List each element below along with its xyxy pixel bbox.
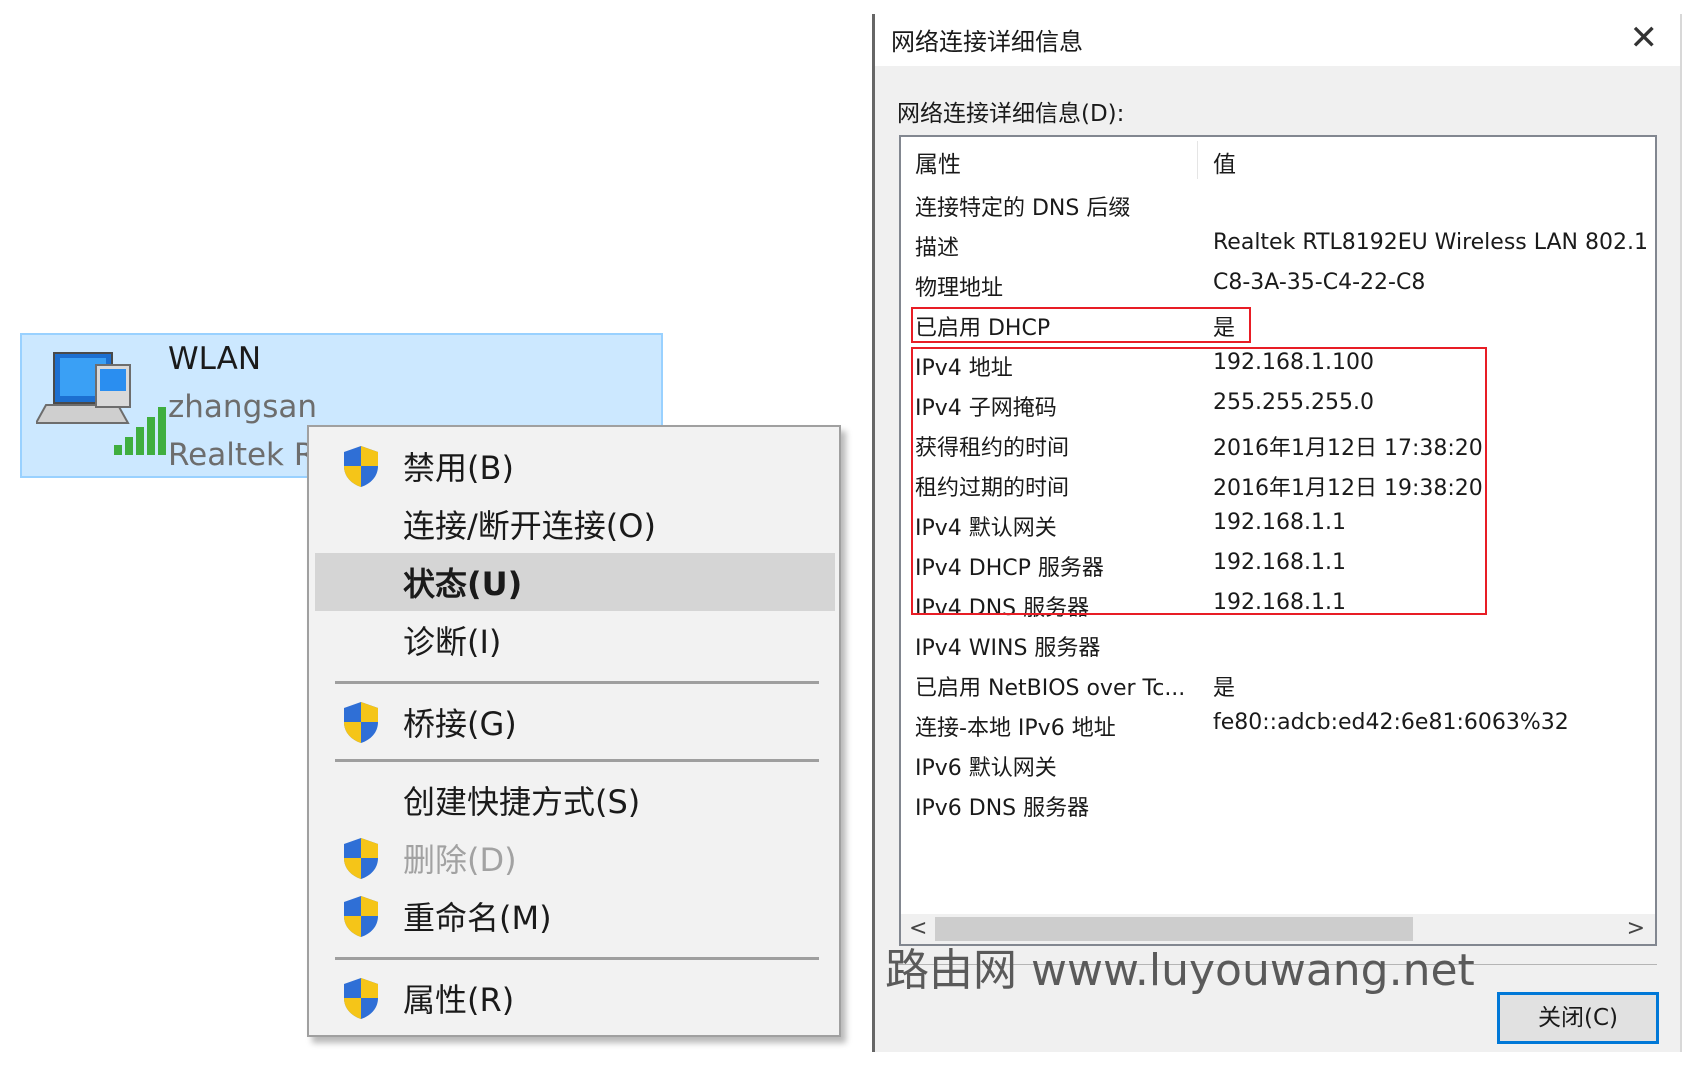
column-header-property[interactable]: 属性 [915, 145, 961, 179]
row-property: 租约过期的时间 [915, 476, 1070, 501]
row-value: 192.168.1.1 [1213, 590, 1346, 615]
details-list[interactable]: 属性 值 连接特定的 DNS 后缀 描述 Realtek RTL8192EU W… [899, 135, 1657, 946]
row-property: IPv4 子网掩码 [915, 396, 1057, 421]
menu-item-label: 状态(U) [403, 565, 523, 603]
menu-separator [335, 957, 819, 960]
row-property: 已启用 NetBIOS over Tc... [915, 676, 1186, 701]
uac-shield-icon [344, 702, 378, 743]
menu-item-properties[interactable]: 属性(R) [315, 969, 835, 1027]
row-value: 192.168.1.1 [1213, 510, 1346, 535]
details-list-label: 网络连接详细信息(D): [897, 101, 1125, 127]
menu-item-connect-disconnect[interactable]: 连接/断开连接(O) [315, 495, 835, 553]
menu-item-label: 重命名(M) [403, 899, 552, 937]
menu-separator [335, 759, 819, 762]
menu-item-diagnose[interactable]: 诊断(I) [315, 611, 835, 669]
table-row[interactable]: IPv4 子网掩码 255.255.255.0 [901, 386, 1655, 426]
column-header-divider[interactable] [1197, 141, 1198, 179]
table-row[interactable]: IPv4 地址 192.168.1.100 [901, 346, 1655, 386]
row-value: 2016年1月12日 19:38:20 [1213, 476, 1483, 501]
row-property: IPv6 默认网关 [915, 756, 1057, 781]
table-row[interactable]: 已启用 DHCP 是 [901, 306, 1655, 346]
close-icon[interactable]: ✕ [1630, 18, 1659, 58]
table-row[interactable]: IPv4 默认网关 192.168.1.1 [901, 506, 1655, 546]
watermark-text: 路由网 www.luyouwang.net [885, 945, 1475, 996]
menu-item-status[interactable]: 状态(U) [315, 553, 835, 611]
row-value: 2016年1月12日 17:38:20 [1213, 436, 1483, 461]
table-row[interactable]: 物理地址 C8-3A-35-C4-22-C8 [901, 266, 1655, 306]
context-menu: 禁用(B) 连接/断开连接(O) 状态(U) 诊断(I) 桥接(G) 创建快捷方… [307, 425, 841, 1037]
menu-item-create-shortcut[interactable]: 创建快捷方式(S) [315, 771, 835, 829]
menu-item-label: 创建快捷方式(S) [403, 783, 641, 821]
menu-item-bridge[interactable]: 桥接(G) [315, 693, 835, 751]
table-row[interactable]: 连接特定的 DNS 后缀 [901, 186, 1655, 226]
menu-item-label: 属性(R) [403, 981, 515, 1019]
row-property: IPv4 地址 [915, 356, 1013, 381]
menu-separator [335, 681, 819, 684]
row-property: 已启用 DHCP [915, 316, 1051, 341]
menu-item-disable[interactable]: 禁用(B) [315, 437, 835, 495]
row-property: 连接-本地 IPv6 地址 [915, 716, 1116, 741]
row-property: IPv4 DNS 服务器 [915, 596, 1090, 621]
menu-item-delete[interactable]: 删除(D) [315, 829, 835, 887]
row-property: 连接特定的 DNS 后缀 [915, 196, 1131, 221]
row-value: Realtek RTL8192EU Wireless LAN 802.1 [1213, 230, 1648, 255]
row-property: IPv4 默认网关 [915, 516, 1057, 541]
uac-shield-icon [344, 978, 378, 1019]
row-property: 物理地址 [915, 276, 1004, 301]
row-property: 描述 [915, 236, 960, 261]
dialog-titlebar[interactable]: 网络连接详细信息 ✕ [875, 14, 1680, 66]
close-button[interactable]: 关闭(C) [1497, 992, 1659, 1044]
row-property: IPv4 WINS 服务器 [915, 636, 1101, 661]
row-value: fe80::adcb:ed42:6e81:6063%32 [1213, 710, 1569, 735]
row-property: 获得租约的时间 [915, 436, 1070, 461]
uac-shield-icon [344, 446, 378, 487]
menu-item-label: 连接/断开连接(O) [403, 507, 656, 545]
table-row[interactable]: 连接-本地 IPv6 地址 fe80::adcb:ed42:6e81:6063%… [901, 706, 1655, 746]
table-row[interactable]: 已启用 NetBIOS over Tc... 是 [901, 666, 1655, 706]
menu-item-label: 诊断(I) [403, 623, 502, 661]
row-property: IPv6 DNS 服务器 [915, 796, 1090, 821]
row-value: 192.168.1.1 [1213, 550, 1346, 575]
adapter-network-name: zhangsan [168, 389, 318, 425]
menu-item-label: 禁用(B) [403, 449, 514, 487]
table-row[interactable]: 租约过期的时间 2016年1月12日 19:38:20 [901, 466, 1655, 506]
network-adapter-icon [36, 352, 166, 455]
row-value: 是 [1213, 316, 1236, 341]
dialog-right-border [1680, 14, 1682, 1052]
row-value: 是 [1213, 676, 1236, 701]
row-value: C8-3A-35-C4-22-C8 [1213, 270, 1426, 295]
table-row[interactable]: 描述 Realtek RTL8192EU Wireless LAN 802.1 [901, 226, 1655, 266]
row-value: 255.255.255.0 [1213, 390, 1374, 415]
network-details-dialog: 网络连接详细信息 ✕ 网络连接详细信息(D): 属性 值 连接特定的 DNS 后… [875, 14, 1680, 1052]
table-row[interactable]: 获得租约的时间 2016年1月12日 17:38:20 [901, 426, 1655, 466]
table-row[interactable]: IPv4 DHCP 服务器 192.168.1.1 [901, 546, 1655, 586]
row-property: IPv4 DHCP 服务器 [915, 556, 1104, 581]
column-header-value[interactable]: 值 [1213, 145, 1236, 179]
table-row[interactable]: IPv6 默认网关 [901, 746, 1655, 786]
table-row[interactable]: IPv4 WINS 服务器 [901, 626, 1655, 666]
dialog-title: 网络连接详细信息 [891, 28, 1083, 56]
menu-item-rename[interactable]: 重命名(M) [315, 887, 835, 945]
menu-item-label: 桥接(G) [403, 705, 517, 743]
table-row[interactable]: IPv4 DNS 服务器 192.168.1.1 [901, 586, 1655, 626]
uac-shield-icon [344, 838, 378, 879]
uac-shield-icon [344, 896, 378, 937]
row-value: 192.168.1.100 [1213, 350, 1374, 375]
table-row[interactable]: IPv6 DNS 服务器 [901, 786, 1655, 826]
adapter-name: WLAN [168, 341, 262, 377]
scroll-right-arrow-icon[interactable]: > [1627, 914, 1645, 944]
adapter-device-name: Realtek R [168, 437, 316, 473]
menu-item-label: 删除(D) [403, 841, 517, 879]
